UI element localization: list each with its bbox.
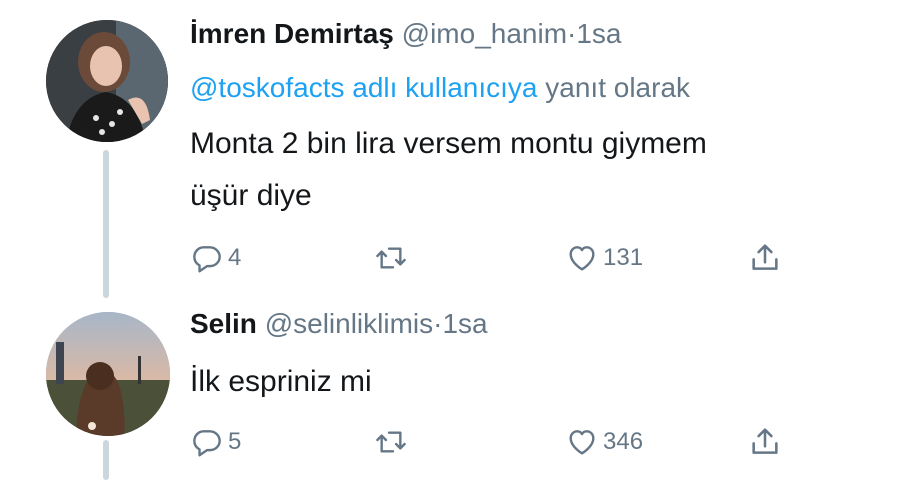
retweet-button[interactable] [373,238,409,278]
retweet-icon [376,247,406,269]
avatar-photo [46,20,168,142]
tweet-text-line: İlk espriniz mi [190,365,372,398]
like-button[interactable]: 131 [565,238,643,278]
share-button[interactable] [748,238,782,278]
share-icon [752,428,778,454]
reply-count: 5 [228,428,242,455]
avatar-photo [46,312,170,436]
separator-dot: · [567,18,577,49]
reply-icon [193,430,221,457]
tweet[interactable]: Selin @selinliklimis·1sa İlk espriniz mi… [0,300,900,480]
action-bar: 4 131 [190,238,800,278]
like-count: 131 [603,244,644,271]
display-name[interactable]: Selin [190,308,257,339]
thread-line [103,440,109,480]
handle[interactable]: @imo_hanim [402,18,567,49]
reply-to-suffix: yanıt olarak [545,72,691,103]
thread-line [103,150,109,298]
tweet-text: Monta 2 bin lira versem montu giymem üşü… [190,118,870,222]
reply-button[interactable]: 4 [190,238,241,278]
display-name[interactable]: İmren Demirtaş [190,18,394,49]
tweet-text-line: Monta 2 bin lira versem montu giymem [190,127,707,160]
tweet[interactable]: İmren Demirtaş @imo_hanim·1sa @toskofact… [0,0,900,300]
action-bar: 5 346 [190,422,800,462]
tweet-text-line: üşür diye [190,179,312,212]
timestamp[interactable]: 1sa [576,18,621,49]
heart-icon [569,246,595,271]
avatar[interactable] [46,20,168,142]
reply-to-link[interactable]: @toskofacts adlı kullanıcıya [190,72,537,103]
reply-icon [193,246,221,273]
like-button[interactable]: 346 [565,422,643,462]
handle[interactable]: @selinliklimis [265,308,433,339]
reply-context: @toskofacts adlı kullanıcıya yanıt olara… [190,72,690,104]
heart-icon [569,430,595,455]
tweet-text: İlk espriniz mi [190,356,372,408]
reply-button[interactable]: 5 [190,422,241,462]
retweet-icon [376,431,406,453]
share-button[interactable] [748,422,782,462]
avatar[interactable] [46,312,170,436]
tweet-header: İmren Demirtaş @imo_hanim·1sa [190,18,622,50]
tweet-header: Selin @selinliklimis·1sa [190,308,488,340]
share-icon [752,244,778,270]
retweet-button[interactable] [373,422,409,462]
reply-count: 4 [228,244,242,271]
timestamp[interactable]: 1sa [442,308,487,339]
like-count: 346 [603,428,644,455]
